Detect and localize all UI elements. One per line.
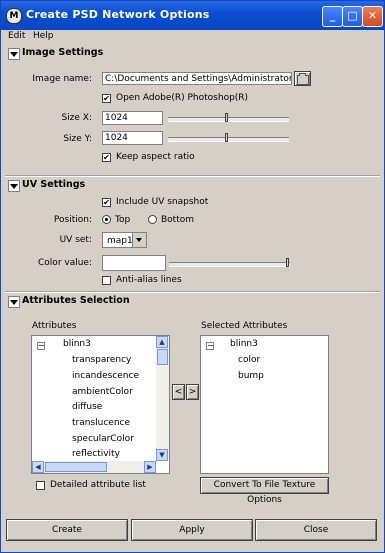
include-uv-label: Include UV snapshot <box>116 197 209 207</box>
size-y-field[interactable]: 1024 <box>102 131 163 145</box>
size-y-label: Size Y: <box>63 134 92 144</box>
include-uv-checkbox[interactable]: ✔ <box>102 198 111 207</box>
size-x-field[interactable]: 1024 <box>102 111 163 125</box>
scroll-left-icon[interactable]: ◀ <box>32 461 44 473</box>
dropdown-button[interactable] <box>132 233 146 247</box>
attributes-section: Attributes Selection Attributes Selected… <box>5 294 380 514</box>
triangle-down-icon <box>10 184 18 189</box>
position-bottom-label: Bottom <box>161 215 195 225</box>
triangle-down-icon <box>10 52 18 57</box>
antialias-label: Anti-alias lines <box>116 275 182 285</box>
vertical-scrollbar[interactable]: ▲ ▼ <box>156 336 169 461</box>
section-title: Attributes Selection <box>22 295 130 306</box>
folder-icon <box>297 73 309 85</box>
list-item[interactable]: translucence <box>72 418 130 428</box>
minimize-button[interactable]: _ <box>322 6 343 27</box>
convert-to-file-texture-button[interactable]: Convert To File Texture Options <box>200 477 329 505</box>
keep-aspect-label: Keep aspect ratio <box>116 152 195 162</box>
horizontal-scrollbar[interactable]: ◀ ▶ <box>32 461 156 473</box>
list-item[interactable]: specularColor <box>72 434 134 444</box>
collapse-icon[interactable] <box>8 48 20 60</box>
size-x-slider[interactable] <box>168 117 289 122</box>
uv-set-label: UV set: <box>59 235 92 245</box>
selected-attributes-list[interactable]: − blinn3 color bump <box>200 335 329 474</box>
position-top-label: Top <box>115 215 131 225</box>
open-photoshop-label: Open Adobe(R) Photoshop(R) <box>116 93 249 103</box>
uv-settings-section: UV Settings ✔ Include UV snapshot Positi… <box>5 178 380 293</box>
list-item[interactable]: incandescence <box>72 371 139 381</box>
collapse-icon[interactable] <box>8 296 20 308</box>
tree-collapse-icon[interactable]: − <box>37 342 45 350</box>
list-item[interactable]: bump <box>238 371 264 381</box>
position-top-radio[interactable] <box>102 215 111 224</box>
checkmark-icon: ✔ <box>103 153 110 162</box>
position-bottom-radio[interactable] <box>148 215 157 224</box>
image-name-label: Image name: <box>32 74 92 84</box>
attributes-header[interactable]: Attributes Selection <box>5 294 380 308</box>
tree-root[interactable]: blinn3 <box>63 339 91 349</box>
color-swatch[interactable] <box>102 255 166 271</box>
size-y-slider-thumb[interactable] <box>225 133 228 142</box>
scroll-down-icon[interactable]: ▼ <box>156 449 168 461</box>
color-value-slider[interactable] <box>169 262 290 267</box>
scroll-right-icon[interactable]: ▶ <box>144 461 156 473</box>
app-icon: M <box>6 8 22 24</box>
triangle-down-icon <box>10 300 18 305</box>
list-item[interactable]: diffuse <box>72 402 102 412</box>
list-item[interactable]: reflectivity <box>72 449 120 459</box>
section-divider <box>5 291 380 293</box>
image-settings-header[interactable]: Image Settings <box>5 46 380 60</box>
menu-bar: Edit Help <box>1 30 384 44</box>
collapse-icon[interactable] <box>8 180 20 192</box>
checkmark-icon: ✔ <box>103 198 110 207</box>
list-item[interactable]: transparency <box>72 355 131 365</box>
browse-folder-button[interactable] <box>294 71 311 86</box>
chevron-down-icon <box>136 238 142 242</box>
attributes-label: Attributes <box>32 321 77 331</box>
image-name-field[interactable]: C:\Documents and Settings\Administrator\… <box>102 72 292 85</box>
move-left-button[interactable]: < <box>172 384 185 400</box>
maximize-button[interactable]: □ <box>342 6 363 27</box>
dialog-window: M Create PSD Network Options _ □ ✕ Edit … <box>0 0 385 553</box>
uv-set-dropdown[interactable]: map1 <box>102 232 147 248</box>
scroll-up-icon[interactable]: ▲ <box>156 336 168 348</box>
menu-edit[interactable]: Edit <box>8 31 25 41</box>
image-settings-section: Image Settings Image name: C:\Documents … <box>5 46 380 177</box>
scrollbar-thumb[interactable] <box>45 462 107 472</box>
size-x-slider-thumb[interactable] <box>225 113 228 122</box>
close-button[interactable]: Close <box>255 519 377 541</box>
radio-dot-icon <box>105 218 108 221</box>
menu-help[interactable]: Help <box>33 31 54 41</box>
uv-settings-header[interactable]: UV Settings <box>5 178 380 192</box>
section-title: UV Settings <box>22 179 86 190</box>
detailed-list-checkbox[interactable] <box>36 481 45 490</box>
keep-aspect-checkbox[interactable]: ✔ <box>102 153 111 162</box>
list-item[interactable]: ambientColor <box>72 387 133 397</box>
detailed-list-label: Detailed attribute list <box>50 480 146 490</box>
title-bar[interactable]: M Create PSD Network Options _ □ ✕ <box>1 1 384 30</box>
list-item[interactable]: color <box>238 355 260 365</box>
apply-button[interactable]: Apply <box>131 519 253 541</box>
checkmark-icon: ✔ <box>103 94 110 103</box>
open-photoshop-checkbox[interactable]: ✔ <box>102 94 111 103</box>
antialias-checkbox[interactable] <box>102 276 111 285</box>
scrollbar-thumb[interactable] <box>157 349 168 365</box>
section-title: Image Settings <box>22 47 104 58</box>
window-title: Create PSD Network Options <box>26 8 210 21</box>
selected-attributes-label: Selected Attributes <box>201 321 288 331</box>
create-button[interactable]: Create <box>6 519 128 541</box>
tree-collapse-icon[interactable]: − <box>206 342 214 350</box>
tree-root[interactable]: blinn3 <box>230 339 258 349</box>
section-divider <box>5 175 380 177</box>
attributes-list[interactable]: − blinn3 transparency incandescence ambi… <box>31 335 170 474</box>
move-right-button[interactable]: > <box>186 384 199 400</box>
size-x-label: Size X: <box>61 113 92 123</box>
color-value-slider-thumb[interactable] <box>286 258 289 267</box>
uv-set-value: map1 <box>107 236 133 246</box>
position-label: Position: <box>53 215 92 225</box>
color-value-label: Color value: <box>38 258 92 268</box>
size-y-slider[interactable] <box>168 137 289 142</box>
close-window-button[interactable]: ✕ <box>362 6 383 27</box>
